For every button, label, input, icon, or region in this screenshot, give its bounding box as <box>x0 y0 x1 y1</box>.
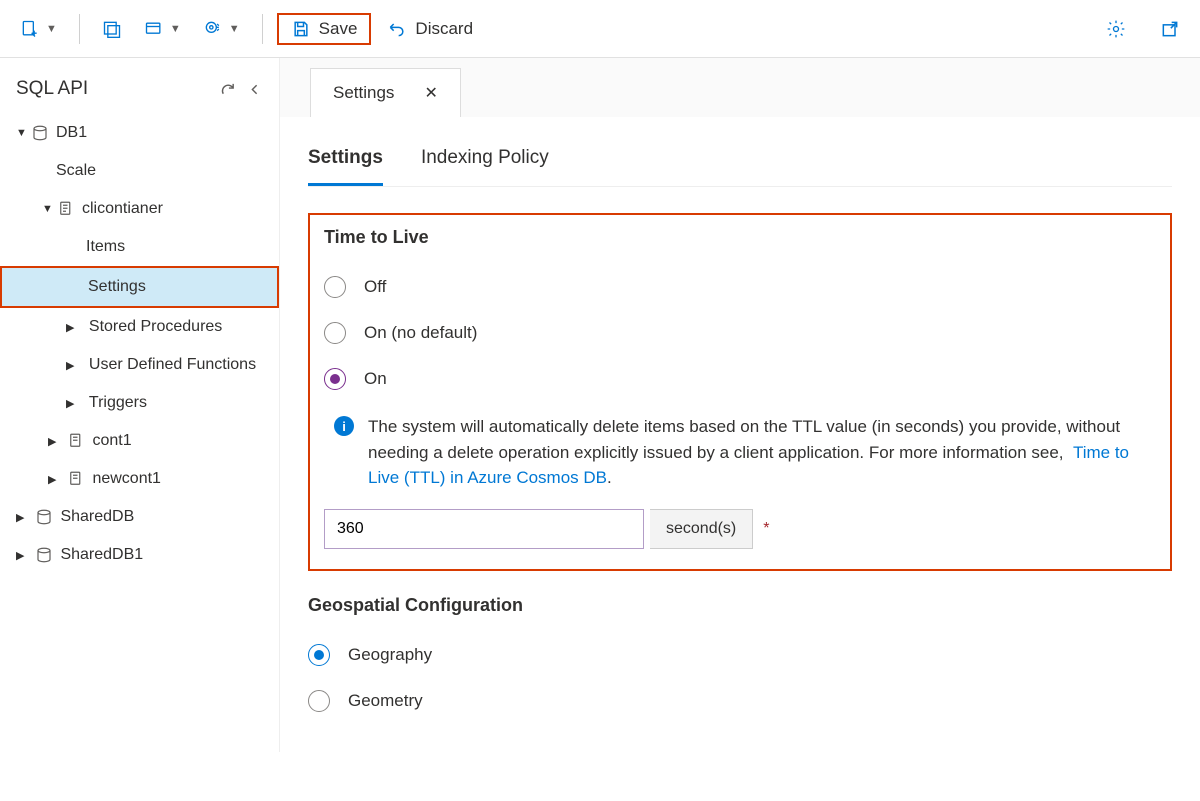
tree-container[interactable]: ▼clicontianer <box>0 190 279 228</box>
ttl-title: Time to Live <box>324 227 1156 248</box>
toolbar: ▼ ▼ ▼ Save Discard <box>0 0 1200 58</box>
tree-settings[interactable]: Settings <box>2 268 277 306</box>
ttl-off-radio[interactable]: Off <box>324 264 1156 310</box>
refresh-icon[interactable] <box>219 81 236 98</box>
ttl-value-input[interactable] <box>324 509 644 549</box>
required-marker: * <box>763 520 769 538</box>
tree-triggers[interactable]: ▶ Triggers <box>0 384 279 422</box>
discard-label: Discard <box>415 19 473 39</box>
geo-title: Geospatial Configuration <box>308 595 1172 616</box>
fullscreen-icon[interactable] <box>1152 13 1188 45</box>
resource-tree: ▼DB1 Scale ▼clicontianer Items Settings … <box>0 114 279 574</box>
new-database-button[interactable]: ▼ <box>136 13 189 45</box>
subtabs: Settings Indexing Policy <box>308 139 1172 187</box>
ttl-input-row: second(s) * <box>324 509 1156 549</box>
chevron-down-icon: ▼ <box>46 23 57 35</box>
radio-icon <box>324 276 346 298</box>
save-button[interactable]: Save <box>277 13 372 45</box>
geo-geometry-radio[interactable]: Geometry <box>308 678 1172 724</box>
tree-scale[interactable]: Scale <box>0 152 279 190</box>
tree-db1[interactable]: ▼DB1 <box>0 114 279 152</box>
subtab-indexing[interactable]: Indexing Policy <box>421 139 549 186</box>
discard-button[interactable]: Discard <box>377 13 483 45</box>
geo-geography-radio[interactable]: Geography <box>308 632 1172 678</box>
ttl-section: Time to Live Off On (no default) On i Th… <box>308 213 1172 571</box>
ttl-info: i The system will automatically delete i… <box>324 402 1156 509</box>
sidebar-header: SQL API <box>0 68 279 114</box>
subtab-settings[interactable]: Settings <box>308 139 383 186</box>
gear-icon[interactable] <box>1098 13 1134 45</box>
tree-shareddb[interactable]: ▶ SharedDB <box>0 498 279 536</box>
tab-strip: Settings ✕ <box>280 68 1200 117</box>
save-icon <box>291 19 311 39</box>
sidebar-title: SQL API <box>16 78 88 100</box>
tree-newcont1[interactable]: ▶ newcont1 <box>0 460 279 498</box>
chevron-down-icon: ▼ <box>170 23 181 35</box>
radio-icon <box>324 368 346 390</box>
sidebar: SQL API ▼DB1 Scale ▼clicontianer Items S… <box>0 58 280 752</box>
new-sql-query-button[interactable]: ▼ <box>12 13 65 45</box>
settings-highlight: Settings <box>0 266 279 308</box>
ttl-unit-label: second(s) <box>650 509 753 549</box>
radio-icon <box>324 322 346 344</box>
tree-udf[interactable]: ▶ User Defined Functions <box>0 346 279 384</box>
radio-icon <box>308 644 330 666</box>
save-label: Save <box>319 19 358 39</box>
new-container-button[interactable] <box>94 13 130 45</box>
collapse-icon[interactable] <box>246 81 263 98</box>
main-panel: Settings ✕ Settings Indexing Policy Time… <box>280 58 1200 752</box>
radio-icon <box>308 690 330 712</box>
tab-settings[interactable]: Settings ✕ <box>310 68 461 117</box>
tree-cont1[interactable]: ▶ cont1 <box>0 422 279 460</box>
chevron-down-icon: ▼ <box>229 23 240 35</box>
info-icon: i <box>334 416 354 436</box>
close-icon[interactable]: ✕ <box>424 83 437 103</box>
tree-sproc[interactable]: ▶ Stored Procedures <box>0 308 279 346</box>
ttl-on-radio[interactable]: On <box>324 356 1156 402</box>
tree-items[interactable]: Items <box>0 228 279 266</box>
tab-label: Settings <box>333 83 394 103</box>
tree-shareddb1[interactable]: ▶ SharedDB1 <box>0 536 279 574</box>
undo-icon <box>387 19 407 39</box>
settings-tool-button[interactable]: ▼ <box>195 13 248 45</box>
ttl-on-no-default-radio[interactable]: On (no default) <box>324 310 1156 356</box>
